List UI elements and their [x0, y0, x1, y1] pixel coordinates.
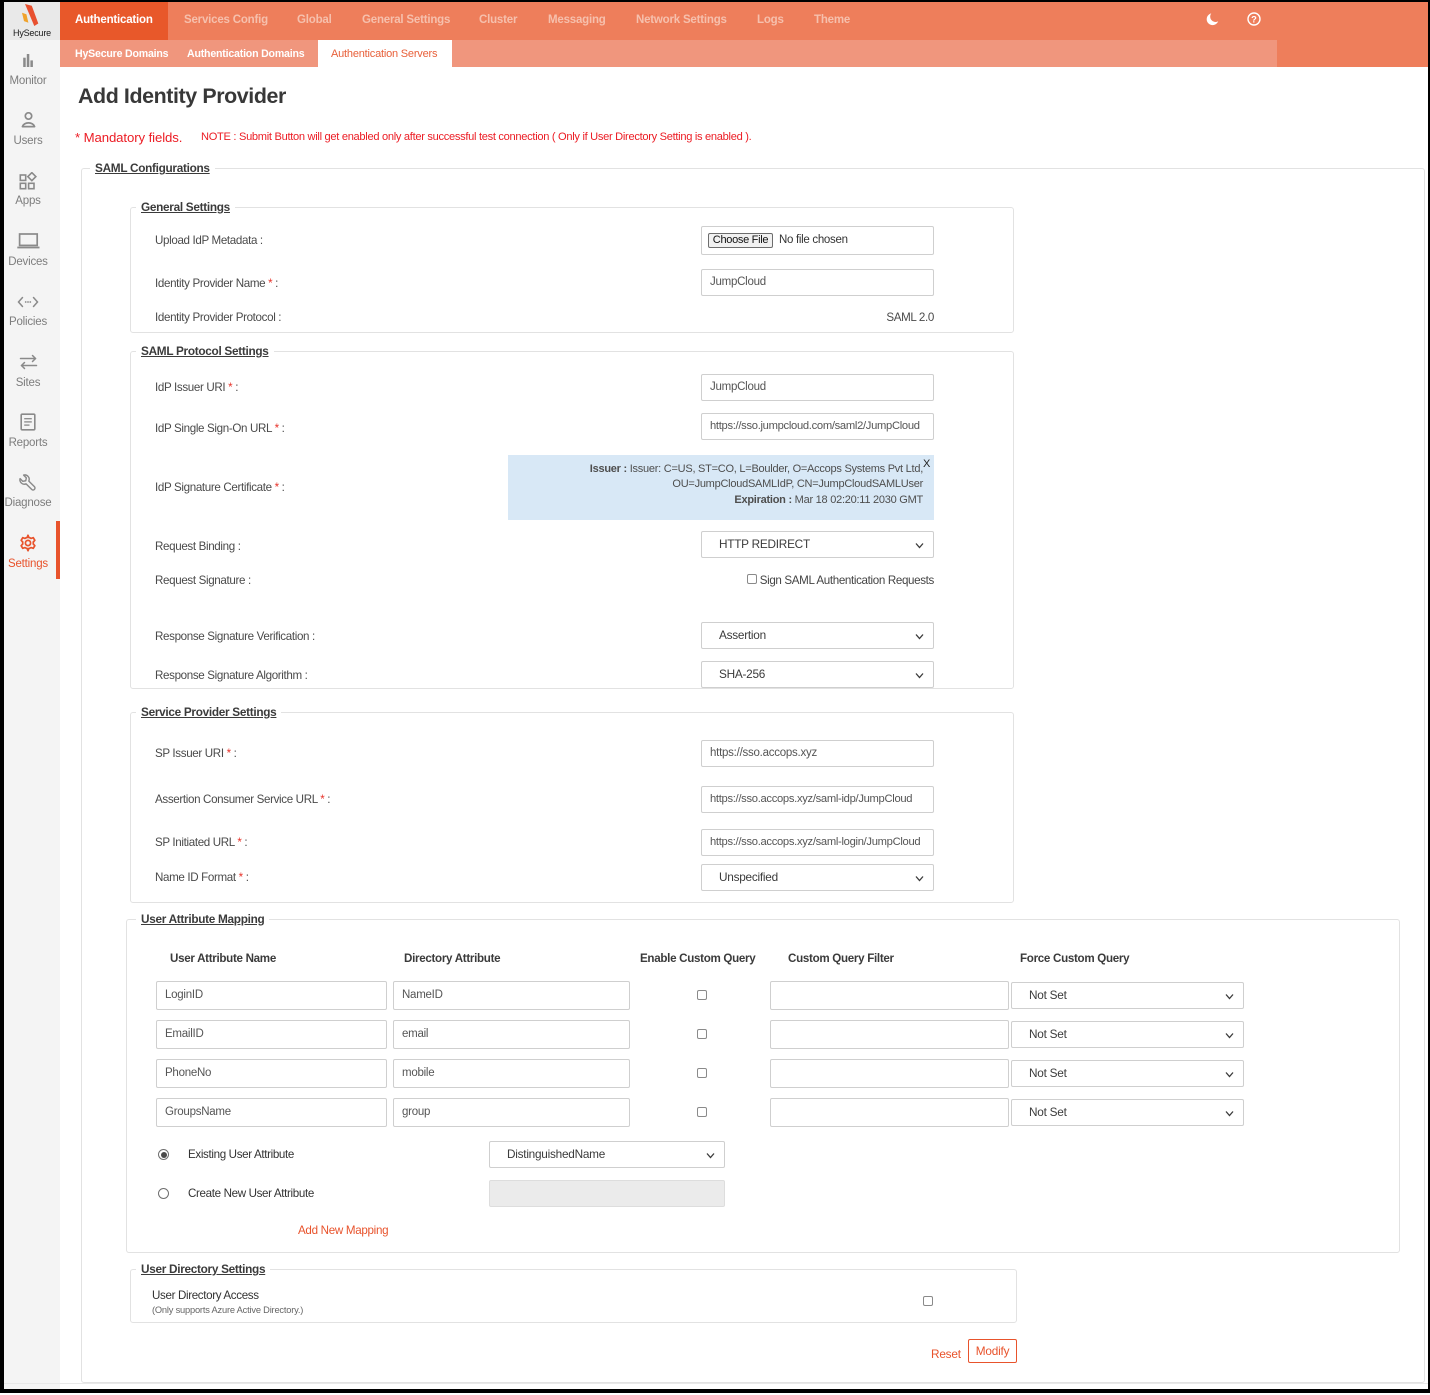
svg-text:?: ? [1251, 14, 1257, 24]
